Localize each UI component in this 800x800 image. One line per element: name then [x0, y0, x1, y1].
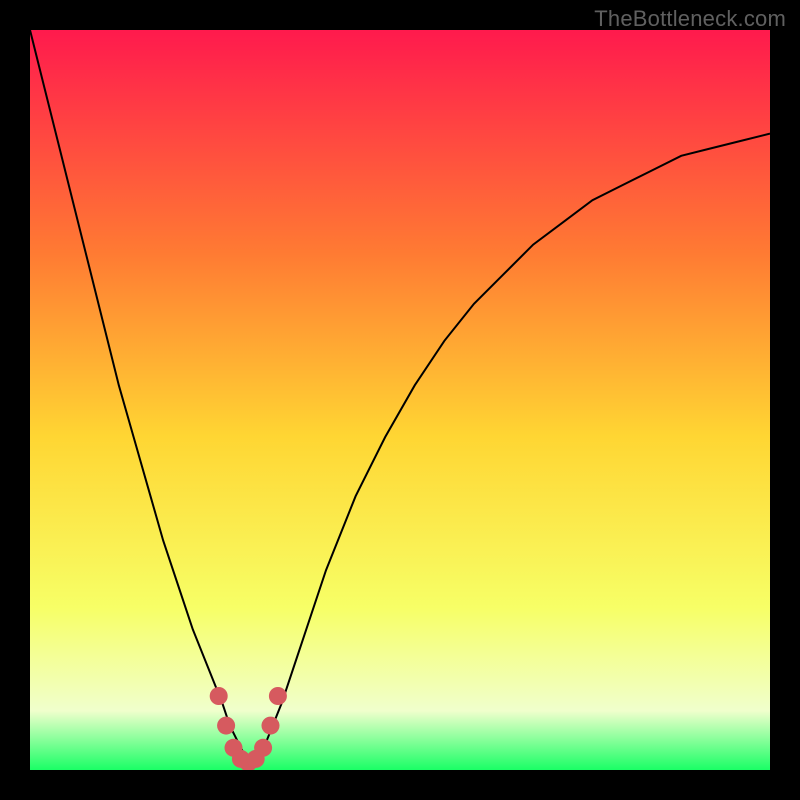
chart-svg: [30, 30, 770, 770]
optimal-marker: [254, 739, 272, 757]
chart-frame: TheBottleneck.com: [0, 0, 800, 800]
optimal-marker: [262, 717, 280, 735]
plot-area: [30, 30, 770, 770]
optimal-marker: [217, 717, 235, 735]
optimal-marker: [269, 687, 287, 705]
optimal-marker: [210, 687, 228, 705]
gradient-background: [30, 30, 770, 770]
watermark-text: TheBottleneck.com: [594, 6, 786, 32]
